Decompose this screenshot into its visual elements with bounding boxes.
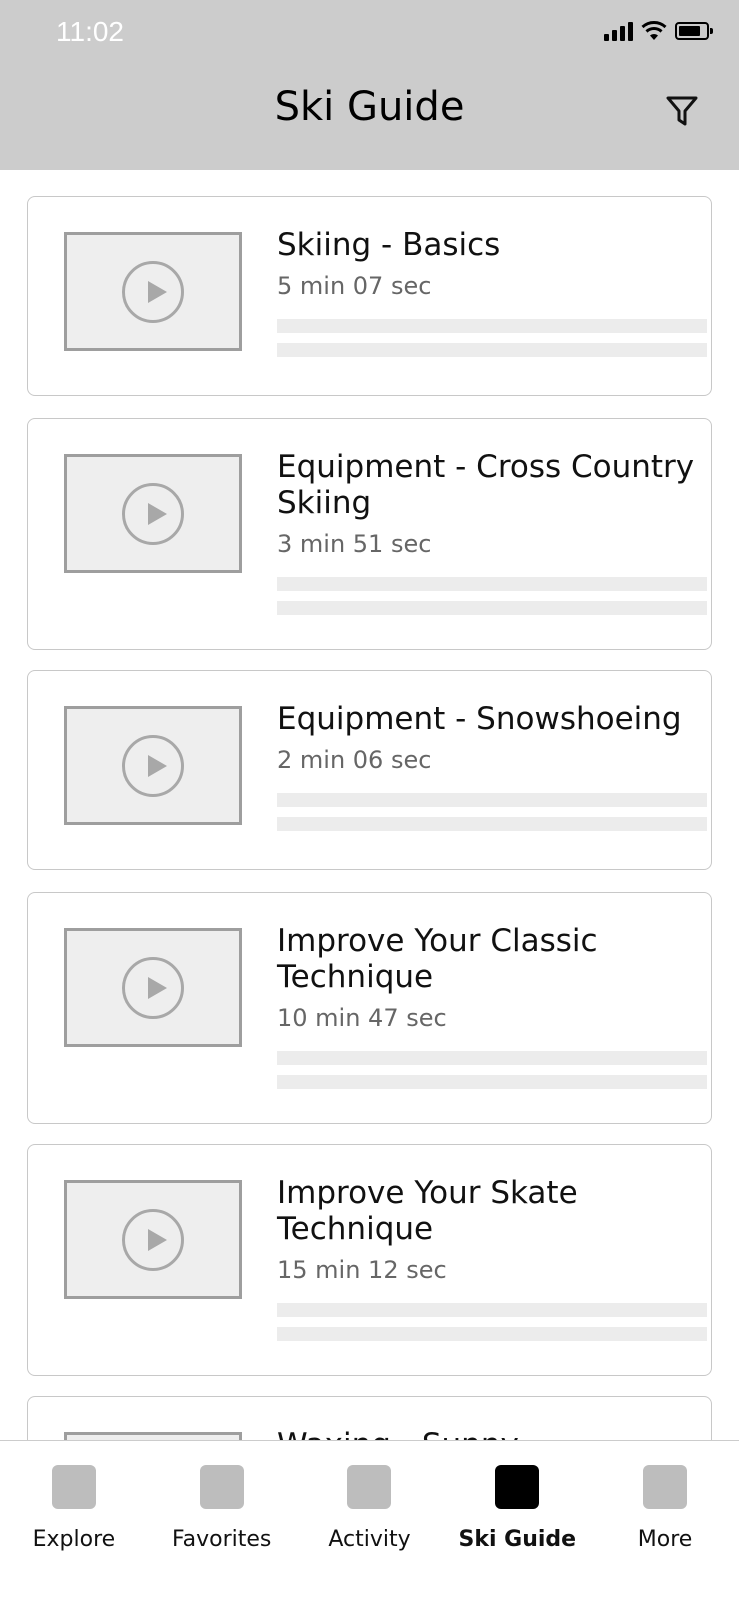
nav-item-explore[interactable]: Explore — [4, 1441, 144, 1600]
video-duration: 15 min 12 sec — [277, 1256, 447, 1284]
video-duration: 10 min 47 sec — [277, 1004, 447, 1032]
play-icon — [122, 734, 184, 797]
video-title: Skiing - Basics — [277, 227, 501, 263]
play-icon — [122, 956, 184, 1019]
video-card[interactable]: Improve Your Skate Technique 15 min 12 s… — [27, 1144, 712, 1376]
play-icon — [122, 482, 184, 545]
video-duration: 2 min 06 sec — [277, 746, 432, 774]
video-card[interactable]: Equipment - Cross Country Skiing 3 min 5… — [27, 418, 712, 650]
video-card[interactable]: Skiing - Basics 5 min 07 sec — [27, 196, 712, 396]
nav-item-activity[interactable]: Activity — [299, 1441, 439, 1600]
more-icon — [643, 1465, 688, 1509]
placeholder-line — [277, 319, 707, 333]
nav-label: Favorites — [171, 1527, 272, 1552]
nav-item-ski-guide[interactable]: Ski Guide — [447, 1441, 587, 1600]
placeholder-line — [277, 343, 707, 357]
wifi-icon — [641, 21, 667, 40]
status-icons — [604, 20, 713, 42]
app-header: 11:02 Ski Guide — [0, 0, 739, 170]
nav-label: More — [637, 1527, 693, 1552]
video-thumbnail[interactable] — [64, 928, 242, 1047]
placeholder-line — [277, 1051, 707, 1065]
video-card[interactable]: Improve Your Classic Technique 10 min 47… — [27, 892, 712, 1124]
video-title: Equipment - Cross Country Skiing — [277, 449, 695, 521]
play-icon — [122, 1208, 184, 1271]
placeholder-line — [277, 577, 707, 591]
video-thumbnail[interactable] — [64, 706, 242, 825]
nav-label: Explore — [32, 1527, 116, 1552]
placeholder-line — [277, 1075, 707, 1089]
video-duration: 3 min 51 sec — [277, 530, 432, 558]
video-thumbnail[interactable] — [64, 232, 242, 351]
explore-icon — [51, 1465, 96, 1509]
page-title: Ski Guide — [274, 84, 465, 130]
video-title: Improve Your Skate Technique — [277, 1175, 578, 1247]
video-title: Improve Your Classic Technique — [277, 923, 598, 995]
activity-icon — [347, 1465, 392, 1509]
video-thumbnail[interactable] — [64, 454, 242, 573]
nav-item-favorites[interactable]: Favorites — [152, 1441, 292, 1600]
nav-item-more[interactable]: More — [595, 1441, 735, 1600]
battery-icon — [675, 22, 713, 40]
video-thumbnail[interactable] — [64, 1180, 242, 1299]
nav-label: Activity — [328, 1527, 411, 1552]
bottom-nav: Explore Favorites Activity Ski Guide Mor… — [0, 1440, 739, 1600]
signal-icon — [604, 21, 633, 41]
video-duration: 5 min 07 sec — [277, 272, 432, 300]
play-icon — [122, 260, 184, 323]
ski-guide-icon — [495, 1465, 540, 1509]
placeholder-line — [277, 601, 707, 615]
placeholder-line — [277, 817, 707, 831]
placeholder-line — [277, 1303, 707, 1317]
favorites-icon — [199, 1465, 244, 1509]
status-time: 11:02 — [56, 16, 124, 47]
filter-icon[interactable] — [665, 94, 699, 128]
nav-label: Ski Guide — [458, 1527, 577, 1552]
placeholder-line — [277, 793, 707, 807]
placeholder-line — [277, 1327, 707, 1341]
video-card[interactable]: Equipment - Snowshoeing 2 min 06 sec — [27, 670, 712, 870]
video-title: Equipment - Snowshoeing — [277, 701, 682, 737]
